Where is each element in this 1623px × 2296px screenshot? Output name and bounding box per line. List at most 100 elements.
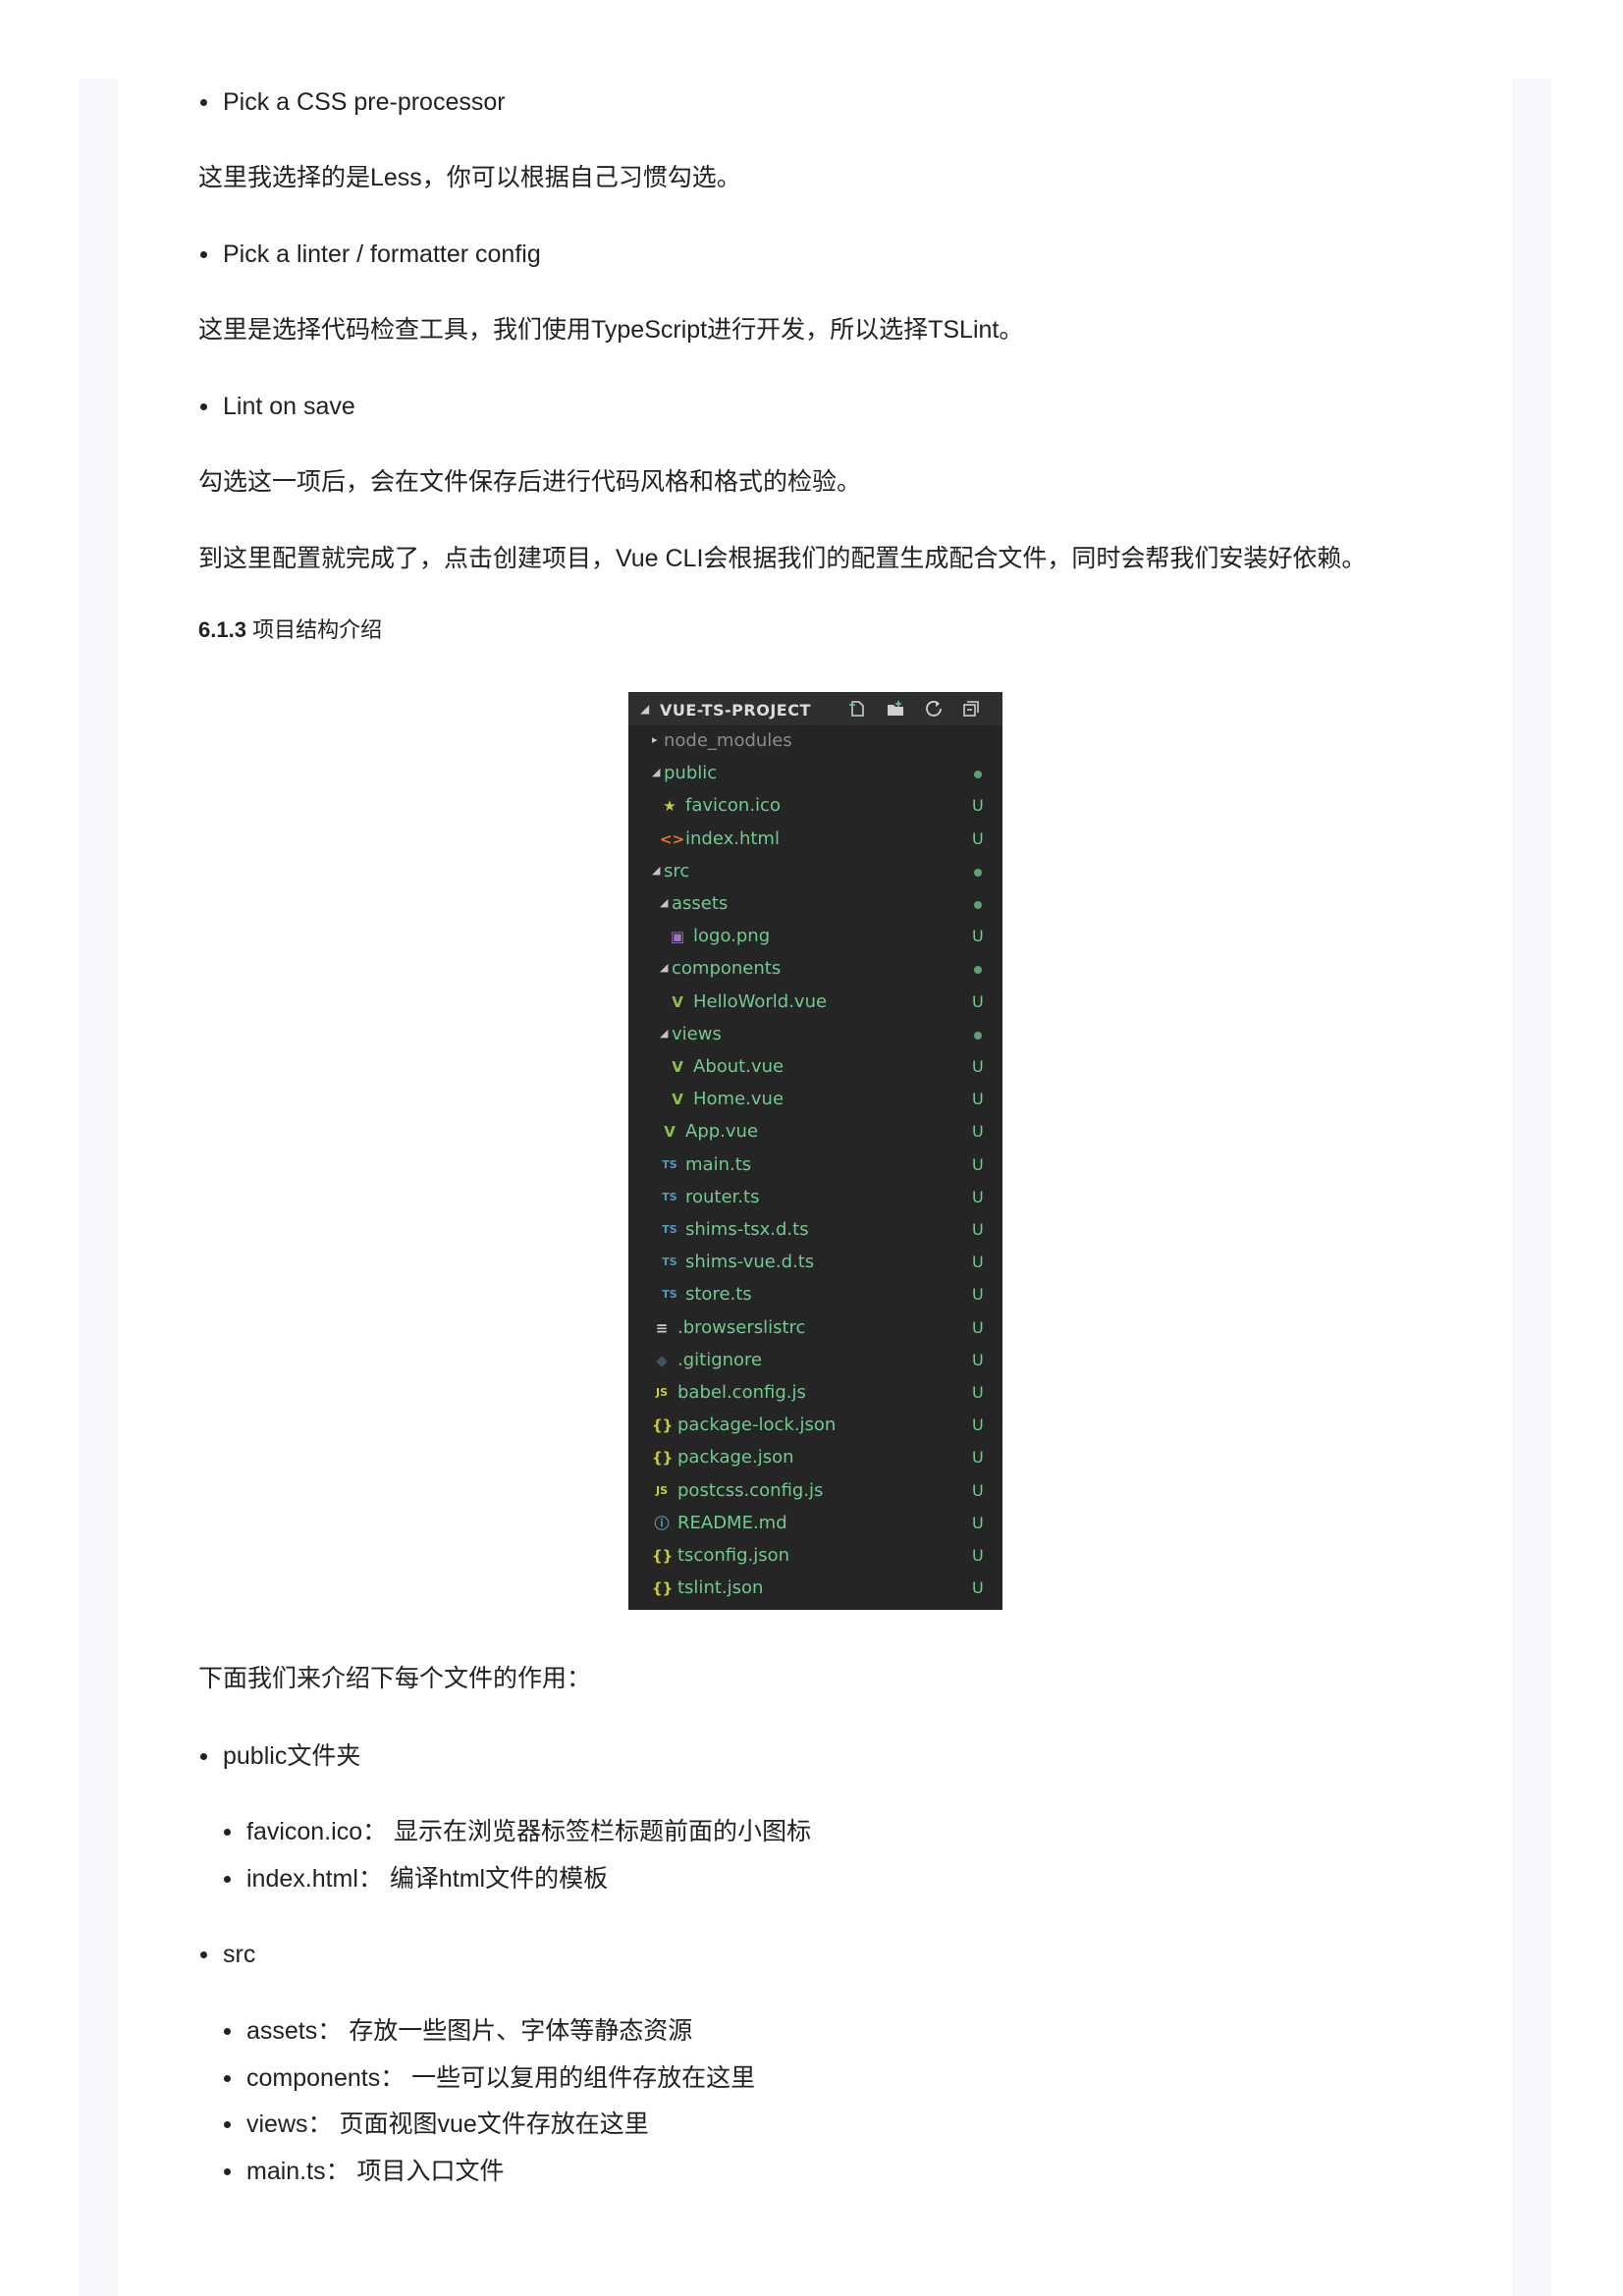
modified-dot-icon [974, 966, 982, 975]
explorer-item-label: README.md [677, 1512, 787, 1533]
explorer-item-label: index.html [685, 828, 780, 849]
explorer-item[interactable]: ◆ .gitignore U [628, 1345, 1002, 1377]
explorer-item[interactable]: ★ favicon.ico U [628, 790, 1002, 823]
paragraph-explain-intro: 下面我们来介绍下每个文件的作用： [198, 1665, 592, 1692]
right-gutter [1512, 79, 1551, 2296]
chevron-right-icon[interactable]: ▸ [652, 733, 658, 746]
explorer-item-label: assets [672, 893, 729, 914]
explorer-item[interactable]: ◢ components [628, 953, 1002, 986]
explorer-item[interactable]: TS router.ts U [628, 1182, 1002, 1214]
explorer-item[interactable]: ◢ src [628, 856, 1002, 888]
explorer-item[interactable]: ◢ views [628, 1019, 1002, 1051]
paragraph-config-done: 到这里配置就完成了，点击创建项目，Vue CLI会根据我们的配置生成配合文件，同… [198, 545, 1367, 572]
explorer-item[interactable]: ◢ public [628, 758, 1002, 790]
chevron-down-icon[interactable]: ◢ [652, 766, 660, 778]
git-status-badge: U [972, 796, 984, 816]
paragraph-lint-on-save: 勾选这一项后，会在文件保存后进行代码风格和格式的检验。 [198, 468, 862, 496]
explorer-item-label: .browserslistrc [677, 1316, 806, 1338]
explorer-item[interactable]: ▣ logo.png U [628, 921, 1002, 953]
explorer-item[interactable]: ▸ node_modules [628, 725, 1002, 758]
explorer-item[interactable]: {} package.json U [628, 1442, 1002, 1474]
chevron-down-icon[interactable]: ◢ [652, 864, 660, 877]
javascript-icon: JS [655, 1386, 668, 1399]
public-item-favicon: favicon.ico： 显示在浏览器标签栏标题前面的小图标 [222, 1814, 811, 1849]
explorer-item-label: src [664, 860, 690, 881]
git-status-badge: U [972, 1546, 984, 1565]
vue-icon: V [672, 992, 683, 1011]
explorer-item[interactable]: ⓘ README.md U [628, 1508, 1002, 1540]
file-explorer-screenshot: ◢ VUE-TS-PROJECT ▸ node_modules ◢ public ★ fa… [628, 692, 1002, 1610]
modified-dot-icon [974, 1031, 982, 1040]
bullet-src-folder: src [198, 1937, 255, 1972]
src-item-assets: assets： 存放一些图片、字体等静态资源 [222, 2013, 692, 2049]
collapse-caret-icon[interactable]: ◢ [640, 702, 649, 716]
new-folder-icon[interactable] [885, 698, 906, 720]
explorer-item[interactable]: TS store.ts U [628, 1279, 1002, 1311]
git-status-badge: U [972, 1415, 984, 1435]
typescript-icon: TS [662, 1190, 677, 1203]
git-status-badge: U [972, 1285, 984, 1305]
explorer-project-title: VUE-TS-PROJECT [660, 701, 811, 720]
chevron-down-icon[interactable]: ◢ [660, 961, 668, 974]
explorer-item-label: postcss.config.js [677, 1479, 824, 1501]
explorer-item-label: shims-vue.d.ts [685, 1252, 815, 1273]
modified-dot-icon [974, 868, 982, 877]
typescript-icon: TS [662, 1223, 677, 1236]
explorer-item-label: tslint.json [677, 1577, 764, 1599]
explorer-item[interactable]: {} package-lock.json U [628, 1410, 1002, 1442]
explorer-item[interactable]: ◢ assets [628, 888, 1002, 921]
explorer-item-label: Home.vue [693, 1089, 784, 1110]
git-status-badge: U [972, 1187, 984, 1206]
star-icon: ★ [663, 797, 676, 816]
explorer-item-label: package-lock.json [677, 1415, 837, 1436]
explorer-item[interactable]: {} tsconfig.json U [628, 1540, 1002, 1573]
explorer-item[interactable]: {} tslint.json U [628, 1573, 1002, 1605]
explorer-item[interactable]: TS shims-vue.d.ts U [628, 1247, 1002, 1279]
explorer-item-label: babel.config.js [677, 1382, 806, 1403]
explorer-item[interactable]: V About.vue U [628, 1051, 1002, 1084]
git-status-badge: U [972, 1317, 984, 1337]
json-icon: {} [652, 1416, 674, 1435]
chevron-down-icon[interactable]: ◢ [660, 1027, 668, 1040]
explorer-item[interactable]: <> index.html U [628, 824, 1002, 856]
chevron-down-icon[interactable]: ◢ [660, 896, 668, 909]
refresh-icon[interactable] [923, 698, 945, 720]
git-status-badge: U [972, 927, 984, 946]
explorer-item-label: HelloWorld.vue [693, 990, 828, 1012]
git-status-badge: U [972, 1578, 984, 1598]
explorer-item[interactable]: TS main.ts U [628, 1149, 1002, 1182]
explorer-item-label: node_modules [664, 730, 792, 751]
src-item-views: views： 页面视图vue文件存放在这里 [222, 2107, 649, 2142]
explorer-item[interactable]: V HelloWorld.vue U [628, 987, 1002, 1019]
new-file-icon[interactable] [846, 698, 868, 720]
typescript-icon: TS [662, 1255, 677, 1269]
explorer-item[interactable]: ≡ .browserslistrc U [628, 1312, 1002, 1345]
git-status-badge: U [972, 1154, 984, 1174]
explorer-item[interactable]: TS shims-tsx.d.ts U [628, 1214, 1002, 1247]
info-icon: ⓘ [654, 1514, 670, 1532]
json-icon: {} [652, 1547, 674, 1565]
git-status-badge: U [972, 1350, 984, 1369]
bullet-public-folder: public文件夹 [198, 1738, 360, 1774]
json-icon: {} [652, 1449, 674, 1468]
explorer-item[interactable]: JS babel.config.js U [628, 1377, 1002, 1410]
explorer-item-label: router.ts [685, 1186, 760, 1207]
image-icon: ▣ [670, 928, 685, 946]
section-number: 6.1.3 [198, 617, 246, 642]
collapse-all-icon[interactable] [960, 698, 982, 720]
explorer-item[interactable]: V App.vue U [628, 1116, 1002, 1148]
explorer-item-label: .gitignore [677, 1349, 763, 1370]
modified-dot-icon [974, 901, 982, 909]
git-status-badge: U [972, 1220, 984, 1239]
explorer-item[interactable]: V Home.vue U [628, 1084, 1002, 1116]
vue-icon: V [672, 1091, 683, 1109]
left-gutter [79, 79, 118, 2296]
paragraph-linter-choice: 这里是选择代码检查工具，我们使用TypeScript进行开发，所以选择TSLin… [198, 316, 1024, 344]
explorer-item-label: favicon.ico [685, 795, 781, 817]
javascript-icon: JS [655, 1483, 668, 1497]
git-icon: ◆ [656, 1351, 668, 1369]
public-item-index-html: index.html： 编译html文件的模板 [222, 1861, 608, 1896]
section-heading: 6.1.3 项目结构介绍 [198, 614, 382, 647]
explorer-item-label: views [672, 1023, 722, 1044]
explorer-item[interactable]: JS postcss.config.js U [628, 1475, 1002, 1508]
